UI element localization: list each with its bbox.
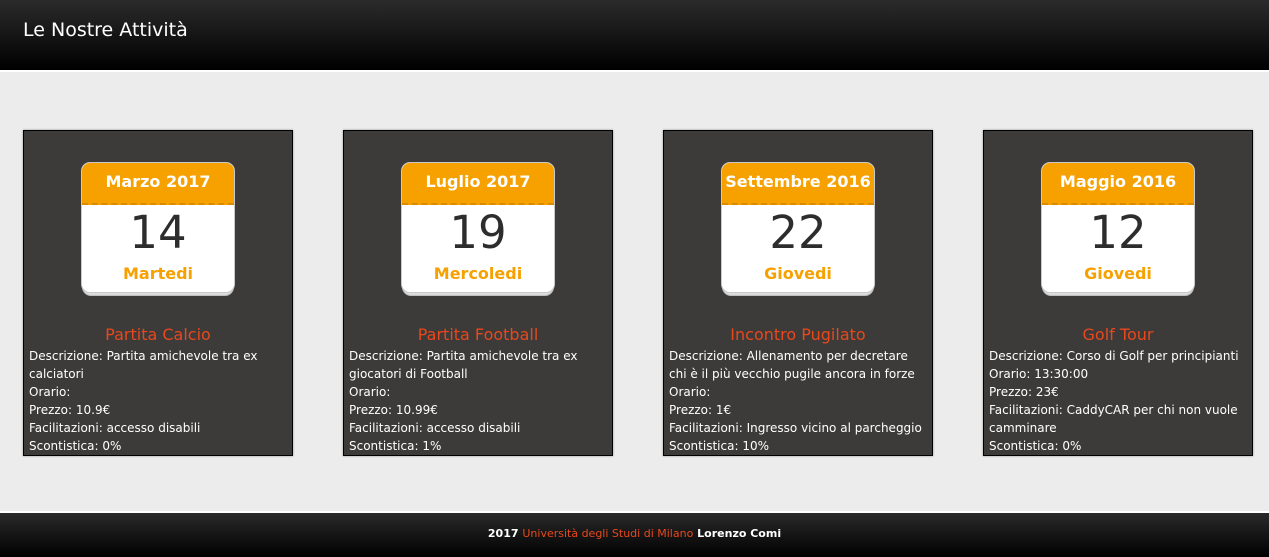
- facilitazioni-row: Facilitazioni: Ingresso vicino al parche…: [669, 421, 922, 435]
- descrizione-row: Descrizione: Corso di Golf per principia…: [989, 349, 1239, 363]
- calendar-day: 19: [449, 206, 507, 259]
- scontistica-value: 0%: [102, 439, 122, 453]
- descrizione-value: Corso di Golf per principianti: [1066, 349, 1239, 363]
- page-footer: 2017 Università degli Studi di Milano Lo…: [0, 511, 1269, 557]
- scontistica-value: 1%: [422, 439, 442, 453]
- activity-title: Partita Football: [417, 325, 539, 344]
- calendar-icon: Maggio 2016 12 Giovedi: [1041, 162, 1195, 296]
- calendar-weekday: Mercoledi: [433, 264, 523, 283]
- activity-details: Descrizione: Partita amichevole tra ex c…: [29, 347, 287, 455]
- calendar-day: 14: [129, 206, 187, 259]
- calendar-month: Settembre 2016: [722, 163, 874, 205]
- activity-card: Settembre 2016 22 Giovedi Incontro Pugil…: [663, 130, 933, 456]
- orario-row: Orario:: [349, 385, 391, 399]
- activity-details: Descrizione: Allenamento per decretare c…: [669, 347, 927, 455]
- activity-card: Marzo 2017 14 Martedi Partita Calcio Des…: [23, 130, 293, 456]
- calendar-weekday: Giovedi: [764, 264, 832, 283]
- prezzo-row: Prezzo: 10.9€: [29, 403, 111, 417]
- calendar-month: Marzo 2017: [82, 163, 234, 205]
- prezzo-row: Prezzo: 10.99€: [349, 403, 438, 417]
- scontistica-row: Scontistica: 0%: [989, 439, 1082, 453]
- calendar-icon: Settembre 2016 22 Giovedi: [721, 162, 875, 296]
- activity-card: Maggio 2016 12 Giovedi Golf Tour Descriz…: [983, 130, 1253, 456]
- facilitazioni-value: accesso disabili: [426, 421, 521, 435]
- scontistica-row: Scontistica: 10%: [669, 439, 769, 453]
- prezzo-value: 23€: [1035, 385, 1059, 399]
- descrizione-row: Descrizione: Partita amichevole tra ex g…: [349, 349, 578, 381]
- footer-year: 2017: [487, 527, 519, 540]
- calendar-icon: Luglio 2017 19 Mercoledi: [401, 162, 555, 296]
- activity-details: Descrizione: Corso di Golf per principia…: [989, 347, 1247, 455]
- facilitazioni-row: Facilitazioni: accesso disabili: [349, 421, 521, 435]
- activity-details: Descrizione: Partita amichevole tra ex g…: [349, 347, 607, 455]
- orario-row: Orario: 13:30:00: [989, 367, 1089, 381]
- scontistica-value: 10%: [742, 439, 769, 453]
- footer-author: Lorenzo Comi: [697, 527, 782, 540]
- facilitazioni-value: Ingresso vicino al parcheggio: [746, 421, 922, 435]
- activity-title: Golf Tour: [1082, 325, 1154, 344]
- scontistica-value: 0%: [1062, 439, 1082, 453]
- descrizione-row: Descrizione: Partita amichevole tra ex c…: [29, 349, 258, 381]
- calendar-month: Maggio 2016: [1042, 163, 1194, 205]
- scontistica-row: Scontistica: 1%: [349, 439, 442, 453]
- orario-row: Orario:: [669, 385, 711, 399]
- facilitazioni-value: accesso disabili: [106, 421, 201, 435]
- orario-row: Orario:: [29, 385, 71, 399]
- descrizione-row: Descrizione: Allenamento per decretare c…: [669, 349, 915, 381]
- orario-value: 13:30:00: [1034, 367, 1089, 381]
- prezzo-value: 10.99€: [395, 403, 438, 417]
- activity-card: Luglio 2017 19 Mercoledi Partita Footbal…: [343, 130, 613, 456]
- calendar-icon: Marzo 2017 14 Martedi: [81, 162, 235, 296]
- activity-title: Incontro Pugilato: [730, 325, 866, 344]
- footer-university-link[interactable]: Università degli Studi di Milano: [522, 527, 693, 540]
- scontistica-row: Scontistica: 0%: [29, 439, 122, 453]
- calendar-day: 22: [769, 206, 827, 259]
- prezzo-value: 10.9€: [75, 403, 111, 417]
- facilitazioni-row: Facilitazioni: accesso disabili: [29, 421, 201, 435]
- activity-title: Partita Calcio: [105, 325, 211, 344]
- calendar-weekday: Giovedi: [1084, 264, 1152, 283]
- page-header: Le Nostre Attività: [0, 0, 1269, 72]
- calendar-day: 12: [1089, 206, 1147, 259]
- prezzo-value: 1€: [715, 403, 732, 417]
- facilitazioni-row: Facilitazioni: CaddyCAR per chi non vuol…: [989, 403, 1238, 435]
- calendar-weekday: Martedi: [122, 264, 194, 283]
- prezzo-row: Prezzo: 1€: [669, 403, 732, 417]
- calendar-month: Luglio 2017: [402, 163, 554, 205]
- prezzo-row: Prezzo: 23€: [989, 385, 1059, 399]
- page-title: Le Nostre Attività: [23, 19, 188, 41]
